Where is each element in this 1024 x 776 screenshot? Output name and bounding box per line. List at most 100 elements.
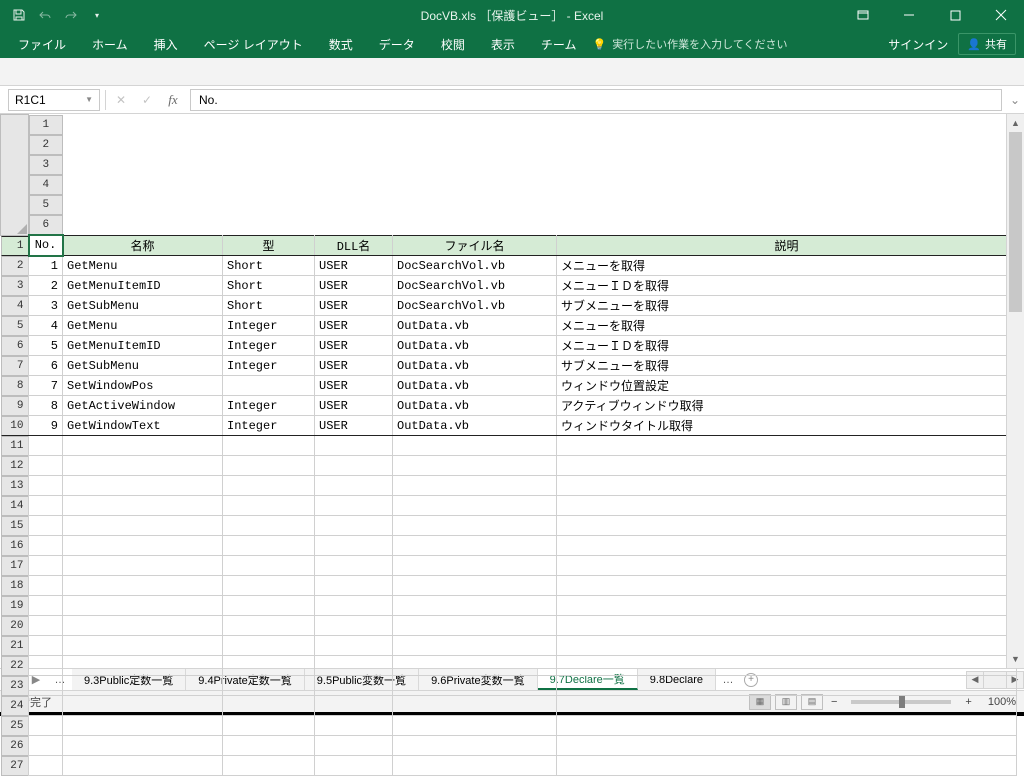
- cell[interactable]: [223, 576, 315, 596]
- row-header[interactable]: 5: [1, 316, 29, 336]
- cell[interactable]: アクティブウィンドウ取得: [557, 396, 1017, 416]
- ribbon-tab[interactable]: 挿入: [144, 32, 188, 57]
- ribbon-tab[interactable]: ページ レイアウト: [194, 32, 313, 57]
- cell[interactable]: 5: [29, 336, 63, 356]
- row-header[interactable]: 3: [1, 276, 29, 296]
- cell[interactable]: [223, 676, 315, 696]
- cell[interactable]: [63, 616, 223, 636]
- cell[interactable]: 6: [29, 356, 63, 376]
- name-box[interactable]: R1C1 ▼: [8, 89, 100, 111]
- cell[interactable]: メニューを取得: [557, 256, 1017, 276]
- cell[interactable]: [223, 516, 315, 536]
- cell[interactable]: OutData.vb: [393, 316, 557, 336]
- cell[interactable]: [557, 696, 1017, 716]
- cell[interactable]: USER: [315, 296, 393, 316]
- cell[interactable]: [557, 476, 1017, 496]
- cell[interactable]: DocSearchVol.vb: [393, 276, 557, 296]
- cell[interactable]: [223, 736, 315, 756]
- cell[interactable]: [315, 556, 393, 576]
- ribbon-tab[interactable]: データ: [369, 32, 425, 57]
- cell[interactable]: [63, 636, 223, 656]
- row-header[interactable]: 24: [1, 696, 29, 716]
- save-icon[interactable]: [8, 4, 30, 26]
- cell[interactable]: [223, 456, 315, 476]
- cell[interactable]: [223, 616, 315, 636]
- chevron-down-icon[interactable]: ▼: [85, 95, 93, 104]
- cell[interactable]: [63, 456, 223, 476]
- cell[interactable]: [63, 756, 223, 776]
- cell[interactable]: [223, 656, 315, 676]
- cell[interactable]: [63, 516, 223, 536]
- scroll-thumb[interactable]: [1009, 132, 1022, 312]
- cell[interactable]: GetMenu: [63, 316, 223, 336]
- cell[interactable]: USER: [315, 396, 393, 416]
- cell[interactable]: [223, 376, 315, 396]
- row-header[interactable]: 8: [1, 376, 29, 396]
- cell[interactable]: [29, 696, 63, 716]
- cell[interactable]: [315, 516, 393, 536]
- cell[interactable]: [315, 696, 393, 716]
- cell[interactable]: 8: [29, 396, 63, 416]
- ribbon-tab[interactable]: チーム: [531, 32, 587, 57]
- header-cell[interactable]: 説明: [557, 235, 1017, 256]
- zoom-slider[interactable]: [851, 700, 951, 704]
- row-header[interactable]: 26: [1, 736, 29, 756]
- cell[interactable]: Integer: [223, 356, 315, 376]
- cell[interactable]: [223, 556, 315, 576]
- cell[interactable]: 4: [29, 316, 63, 336]
- cell[interactable]: ウィンドウタイトル取得: [557, 416, 1017, 436]
- cell[interactable]: [223, 696, 315, 716]
- cell[interactable]: Short: [223, 276, 315, 296]
- cell[interactable]: [63, 556, 223, 576]
- cell[interactable]: ウィンドウ位置設定: [557, 376, 1017, 396]
- share-button[interactable]: 👤 共有: [958, 33, 1016, 55]
- cell[interactable]: [557, 716, 1017, 736]
- header-cell[interactable]: 型: [223, 235, 315, 256]
- column-header[interactable]: 5: [29, 195, 63, 215]
- cell[interactable]: [29, 576, 63, 596]
- cell[interactable]: OutData.vb: [393, 396, 557, 416]
- cell[interactable]: [315, 496, 393, 516]
- cell[interactable]: [63, 656, 223, 676]
- cell[interactable]: [393, 476, 557, 496]
- cell[interactable]: [315, 636, 393, 656]
- cell[interactable]: [557, 756, 1017, 776]
- cell[interactable]: [223, 536, 315, 556]
- row-header[interactable]: 12: [1, 456, 29, 476]
- cell[interactable]: USER: [315, 356, 393, 376]
- cell[interactable]: OutData.vb: [393, 376, 557, 396]
- row-header[interactable]: 4: [1, 296, 29, 316]
- cell[interactable]: [393, 616, 557, 636]
- cell[interactable]: [393, 716, 557, 736]
- row-header[interactable]: 19: [1, 596, 29, 616]
- redo-icon[interactable]: [60, 4, 82, 26]
- cell[interactable]: [29, 556, 63, 576]
- cell[interactable]: [315, 576, 393, 596]
- row-header[interactable]: 22: [1, 656, 29, 676]
- cell[interactable]: [315, 436, 393, 456]
- cell[interactable]: [315, 716, 393, 736]
- minimize-button[interactable]: [886, 0, 932, 30]
- cell[interactable]: [557, 736, 1017, 756]
- cell[interactable]: [29, 496, 63, 516]
- cell[interactable]: 2: [29, 276, 63, 296]
- cell[interactable]: [223, 756, 315, 776]
- ribbon-tab[interactable]: 数式: [319, 32, 363, 57]
- cell[interactable]: [29, 716, 63, 736]
- cell[interactable]: [315, 456, 393, 476]
- cell[interactable]: [557, 556, 1017, 576]
- cell[interactable]: [557, 576, 1017, 596]
- cell[interactable]: 9: [29, 416, 63, 436]
- column-header[interactable]: 2: [29, 135, 63, 155]
- cell[interactable]: GetMenu: [63, 256, 223, 276]
- cell[interactable]: [315, 756, 393, 776]
- cell[interactable]: [315, 736, 393, 756]
- cell[interactable]: [63, 496, 223, 516]
- row-header[interactable]: 11: [1, 436, 29, 456]
- maximize-button[interactable]: [932, 0, 978, 30]
- row-header[interactable]: 18: [1, 576, 29, 596]
- row-header[interactable]: 7: [1, 356, 29, 376]
- cell[interactable]: USER: [315, 376, 393, 396]
- qat-dropdown-icon[interactable]: ▾: [86, 4, 108, 26]
- row-header[interactable]: 27: [1, 756, 29, 776]
